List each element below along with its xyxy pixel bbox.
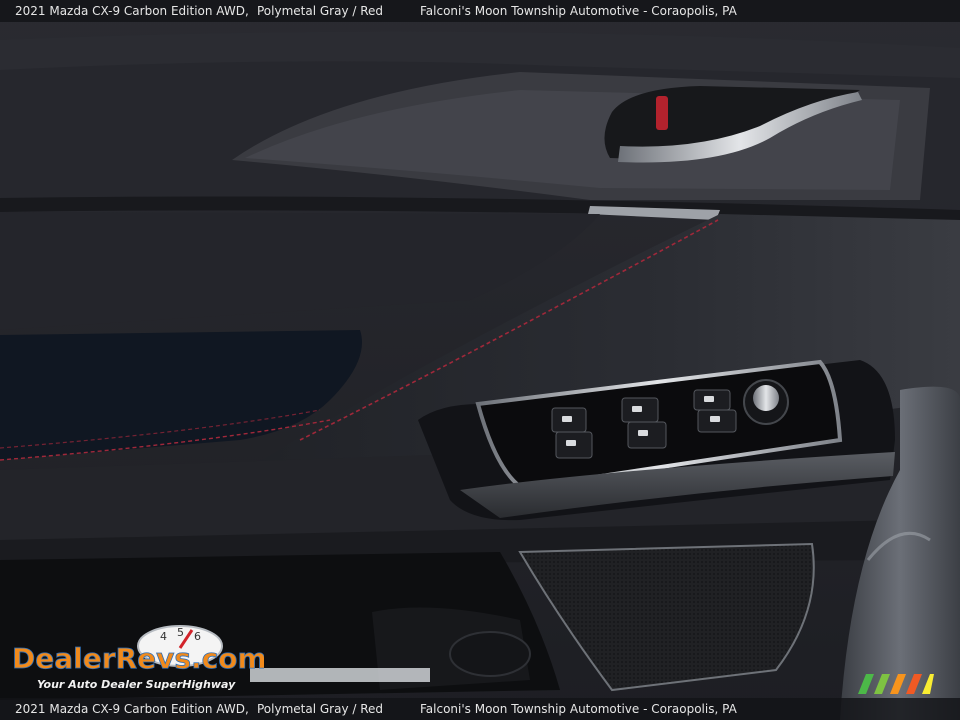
caption-colors: Polymetal Gray / Red xyxy=(257,4,384,18)
logo-tagline: Your Auto Dealer SuperHighway xyxy=(37,678,236,691)
logo-wordmark: DealerRevs.com xyxy=(12,642,264,675)
caption-bar-bottom: 2021 Mazda CX-9 Carbon Edition AWD, Poly… xyxy=(0,698,960,720)
stripes-badge-icon xyxy=(858,674,934,694)
photo-frame: 2021 Mazda CX-9 Carbon Edition AWD, Poly… xyxy=(0,0,960,720)
svg-text:5: 5 xyxy=(177,626,184,639)
caption-colors: Polymetal Gray / Red xyxy=(257,702,384,716)
caption-dealer: Falconi's Moon Township Automotive - Cor… xyxy=(420,4,737,18)
caption-vehicle: 2021 Mazda CX-9 Carbon Edition AWD, xyxy=(15,702,249,716)
caption-dealer: Falconi's Moon Township Automotive - Cor… xyxy=(420,702,737,716)
dealerrevs-logo: 4 5 6 DealerRevs.com Your Auto Dealer Su… xyxy=(12,625,264,691)
caption-vehicle: 2021 Mazda CX-9 Carbon Edition AWD, xyxy=(15,4,249,18)
caption-bar-top: 2021 Mazda CX-9 Carbon Edition AWD, Poly… xyxy=(0,0,960,22)
door-panel-photo xyxy=(0,0,960,720)
